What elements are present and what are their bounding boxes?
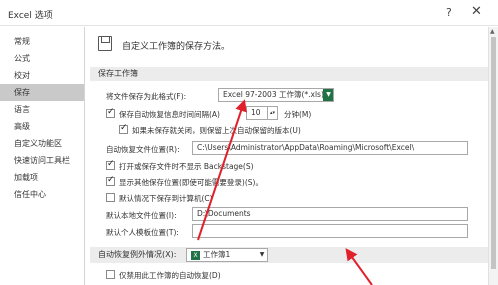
autorecover-checkbox[interactable] xyxy=(106,107,115,118)
default-local-location-input[interactable]: D:\Documents xyxy=(192,207,468,221)
chevron-down-icon[interactable]: ▼ xyxy=(323,89,333,101)
chevron-down-icon[interactable]: ▼ xyxy=(257,249,267,261)
autorecover-minutes-value: 10 xyxy=(251,108,261,117)
autorecover-location-input[interactable]: C:\Users\Administrator\AppData\Roaming\M… xyxy=(192,141,468,155)
window-title: Excel 选项 xyxy=(8,11,53,21)
panel-description: 自定义工作簿的保存方法。 xyxy=(122,42,231,52)
save-options-panel: 自定义工作簿的保存方法。 保存工作簿 将文件保存为此格式(F): Excel 9… xyxy=(86,27,498,285)
excel-workbook-icon: X xyxy=(191,250,200,260)
sidebar-item-formulas[interactable]: 公式 xyxy=(0,50,84,67)
autorecover-exceptions-section: 自动恢复例外情况(X): xyxy=(90,247,494,263)
save-icon xyxy=(98,36,112,51)
help-icon[interactable]: ? xyxy=(446,6,452,19)
close-icon[interactable]: ✕ xyxy=(471,4,482,19)
sidebar-item-add-ins[interactable]: 加载项 xyxy=(0,169,84,186)
file-format-label: 将文件保存为此格式(F): xyxy=(106,92,187,101)
spinner-icon[interactable]: ▴▾ xyxy=(267,107,277,119)
file-format-value: Excel 97-2003 工作簿(*.xls) xyxy=(223,90,324,99)
options-sidebar: 常规 公式 校对 保存 语言 高级 自定义功能区 快速访问工具栏 加载项 信任中… xyxy=(0,27,85,285)
sidebar-item-proofing[interactable]: 校对 xyxy=(0,67,84,84)
keep-last-version-checkbox[interactable] xyxy=(119,123,128,134)
autorecover-minutes-spinner[interactable]: 10 ▴▾ xyxy=(246,106,278,120)
no-backstage-checkbox[interactable] xyxy=(106,159,115,170)
autorecover-location-label: 自动恢复文件位置(R): xyxy=(106,145,180,154)
sidebar-item-trust-center[interactable]: 信任中心 xyxy=(0,186,84,203)
sidebar-item-quick-access-toolbar[interactable]: 快速访问工具栏 xyxy=(0,152,84,169)
scroll-up-icon[interactable]: ▲ xyxy=(490,28,495,35)
sidebar-item-save[interactable]: 保存 xyxy=(0,84,84,101)
scrollbar-thumb[interactable] xyxy=(491,37,496,269)
minutes-label: 分钟(M) xyxy=(284,110,312,119)
default-local-location-value: D:\Documents xyxy=(197,209,251,218)
vertical-scrollbar[interactable]: ▲ xyxy=(488,27,498,285)
sidebar-item-advanced[interactable]: 高级 xyxy=(0,118,84,135)
file-format-dropdown[interactable]: Excel 97-2003 工作簿(*.xls) ▼ xyxy=(218,88,334,102)
personal-templates-label: 默认个人模板位置(T): xyxy=(106,228,179,237)
autorecover-exceptions-title: 自动恢复例外情况(X): xyxy=(98,250,177,259)
save-workbooks-section-title: 保存工作簿 xyxy=(90,67,494,81)
no-backstage-label: 打开或保存文件时不显示 Backstage(S) xyxy=(119,162,254,171)
disable-autorecover-checkbox[interactable] xyxy=(106,270,115,279)
sidebar-item-language[interactable]: 语言 xyxy=(0,101,84,118)
title-bar: Excel 选项 ? ✕ xyxy=(0,0,498,26)
personal-templates-input[interactable] xyxy=(192,224,468,238)
workbook-dropdown[interactable]: X 工作簿1 ▼ xyxy=(186,248,268,262)
autorecover-location-value: C:\Users\Administrator\AppData\Roaming\M… xyxy=(197,143,415,152)
show-more-places-checkbox[interactable] xyxy=(106,175,115,186)
workbook-value: 工作簿1 xyxy=(203,250,231,259)
disable-autorecover-label: 仅禁用此工作簿的自动恢复(D) xyxy=(119,271,221,280)
show-more-places-label: 显示其他保存位置(即使可能需要登录)(S)。 xyxy=(119,178,263,187)
sidebar-item-general[interactable]: 常规 xyxy=(0,33,84,50)
sidebar-item-customize-ribbon[interactable]: 自定义功能区 xyxy=(0,135,84,152)
autorecover-label: 保存自动恢复信息时间间隔(A) xyxy=(119,110,220,119)
save-to-computer-label: 默认情况下保存到计算机(C) xyxy=(119,194,213,203)
default-local-location-label: 默认本地文件位置(I): xyxy=(106,211,177,220)
keep-last-version-label: 如果未保存就关闭，则保留上次自动保留的版本(U) xyxy=(132,126,301,135)
save-to-computer-checkbox[interactable] xyxy=(106,193,115,202)
